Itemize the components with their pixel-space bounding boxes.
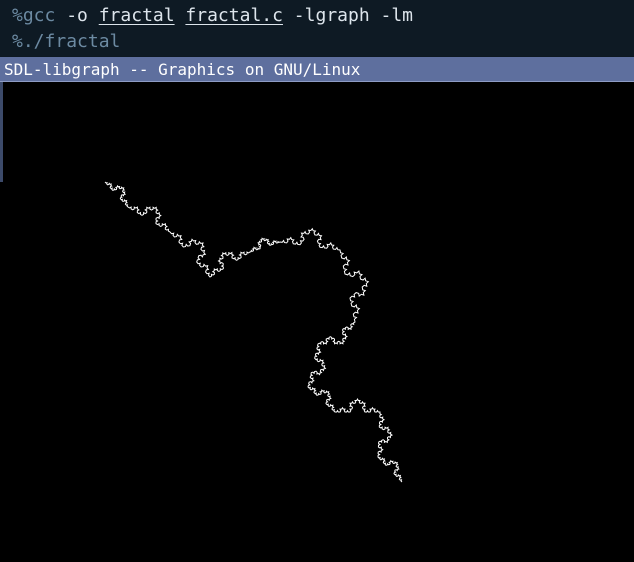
window-titlebar[interactable]: SDL-libgraph -- Graphics on GNU/Linux xyxy=(0,57,634,82)
command-arg: -o xyxy=(55,5,99,26)
command-line-1: %gcc -o fractal fractal.c -lgraph -lm xyxy=(12,2,413,30)
fractal-drawing xyxy=(104,181,403,483)
linker-flags: -lgraph -lm xyxy=(282,5,414,26)
source-file-name: fractal.c xyxy=(185,5,283,26)
shell-prompt-2: % xyxy=(12,31,23,52)
window-title: SDL-libgraph -- Graphics on GNU/Linux xyxy=(4,60,361,79)
command-line-2: %./fractal xyxy=(12,28,120,56)
output-file-name: fractal xyxy=(98,5,175,26)
terminal-panel[interactable]: %gcc -o fractal fractal.c -lgraph -lm %.… xyxy=(0,0,634,56)
shell-prompt: % xyxy=(12,5,23,26)
koch-fractal-curve xyxy=(104,181,403,483)
command-name: gcc xyxy=(22,5,56,26)
graphics-canvas[interactable] xyxy=(0,82,634,562)
graphics-window[interactable]: SDL-libgraph -- Graphics on GNU/Linux xyxy=(0,57,634,562)
run-command: ./fractal xyxy=(22,31,121,52)
